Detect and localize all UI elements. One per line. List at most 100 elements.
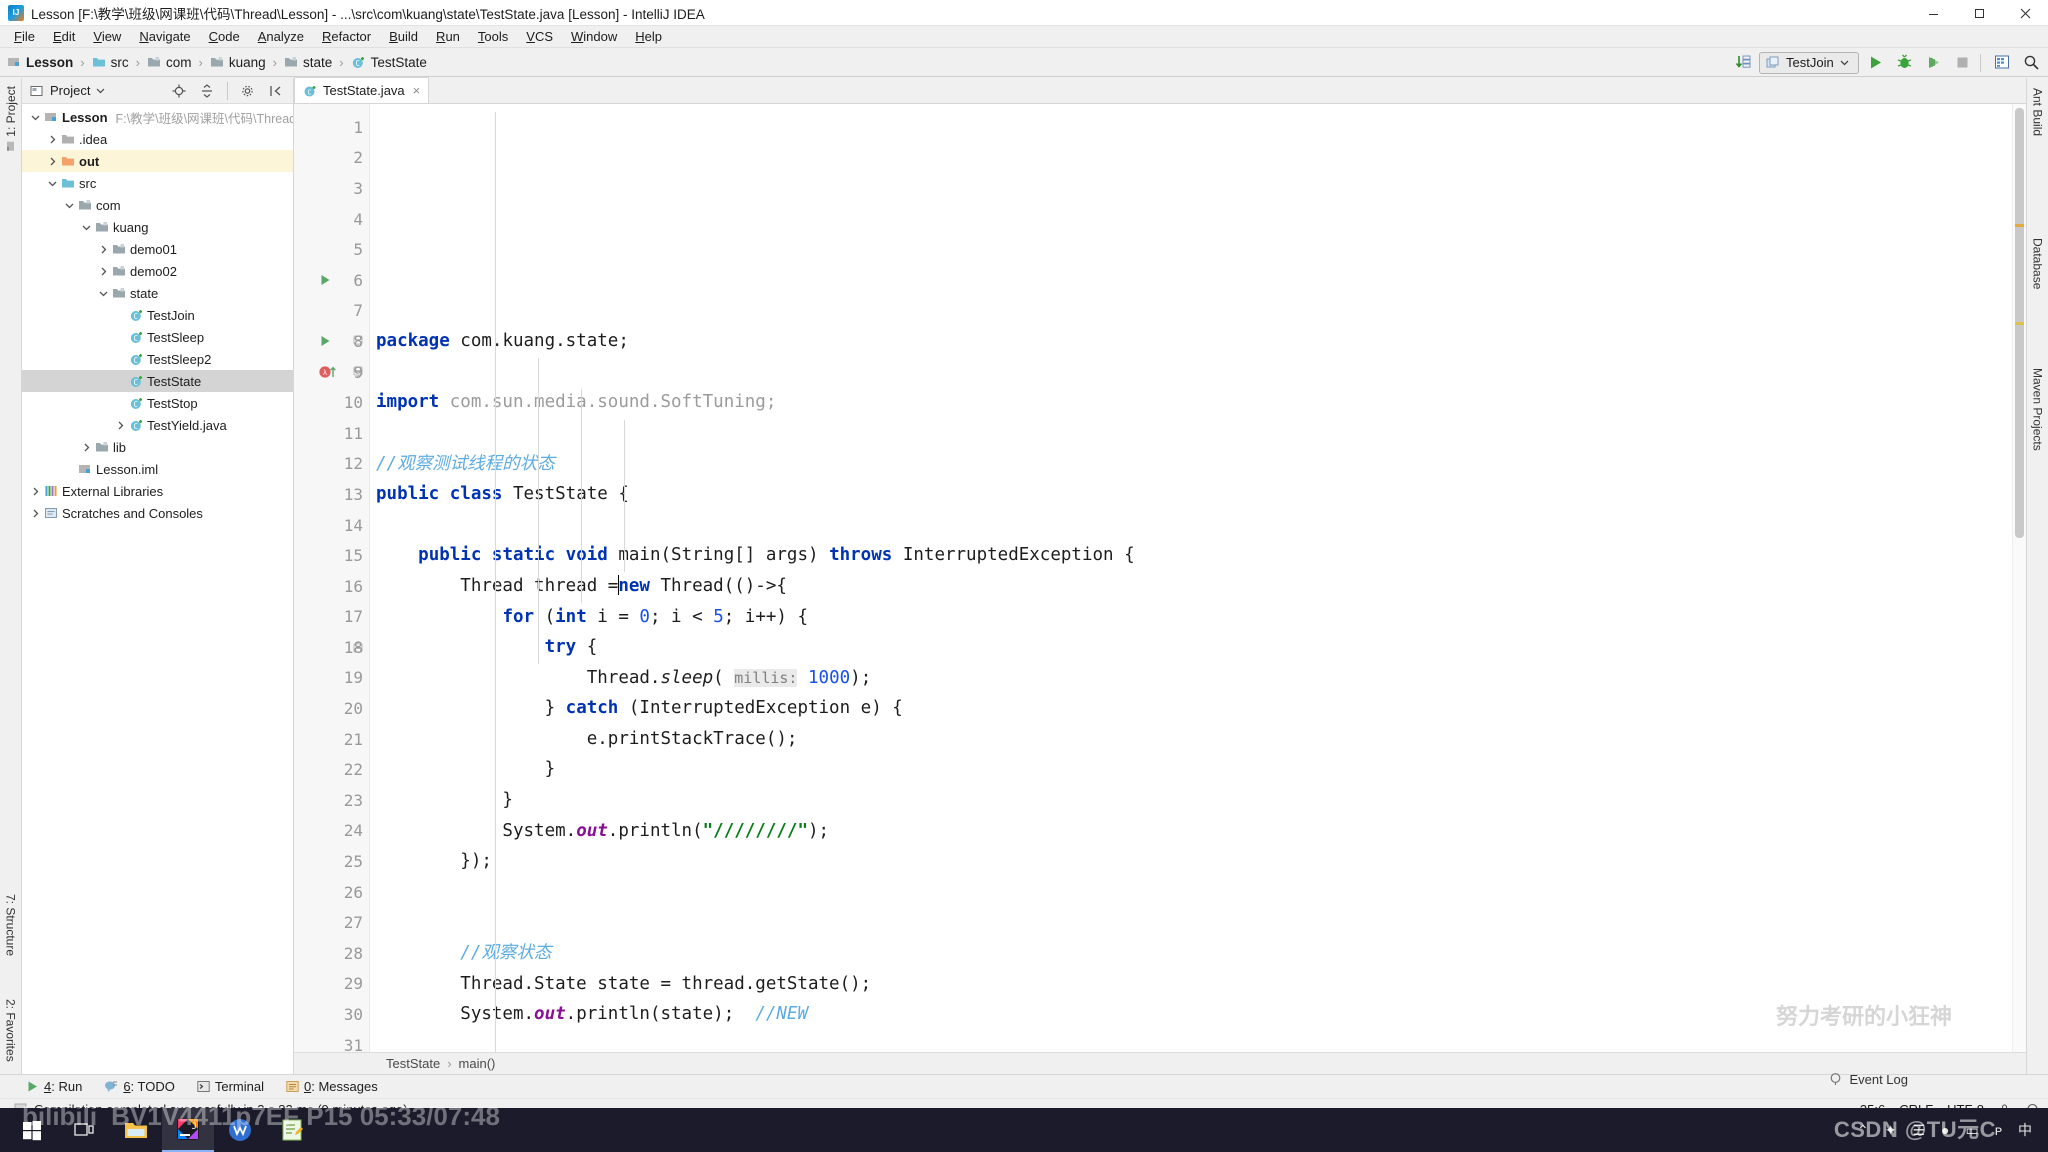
tree-node-out[interactable]: out xyxy=(22,150,293,172)
tree-node--idea[interactable]: .idea xyxy=(22,128,293,150)
tool-window-messages[interactable]: 0: Messages xyxy=(286,1079,378,1094)
gutter-markers[interactable] xyxy=(318,204,346,235)
sidebar-item-ant-build[interactable]: Ant Build xyxy=(2031,88,2045,136)
tree-node-lesson[interactable]: Lesson F:\教学\班级\网课班\代码\Thread\Lesson xyxy=(22,106,293,128)
chevron-right-icon[interactable] xyxy=(96,267,110,276)
warning-stripe[interactable] xyxy=(2015,322,2024,325)
gutter-markers[interactable] xyxy=(318,143,346,174)
tree-node-external-libraries[interactable]: External Libraries xyxy=(22,480,293,502)
show-hidden-icons[interactable]: ⌃ xyxy=(1857,1122,1869,1139)
menu-item-file[interactable]: File xyxy=(5,27,44,46)
battery-icon[interactable]: ▭ xyxy=(1965,1122,1978,1139)
gutter-markers[interactable] xyxy=(318,724,346,755)
tree-node-scratches-and-consoles[interactable]: Scratches and Consoles xyxy=(22,502,293,524)
code-line[interactable]: for (int i = 0; i < 5; i++) { xyxy=(376,602,2012,633)
gutter-line[interactable]: 17 xyxy=(294,602,369,633)
code-line[interactable] xyxy=(376,1030,2012,1052)
run-coverage-icon[interactable] xyxy=(1920,51,1946,75)
chevron-right-icon[interactable] xyxy=(113,421,127,430)
breadcrumb-method[interactable]: main() xyxy=(459,1056,496,1071)
close-button[interactable] xyxy=(2002,0,2048,26)
gutter-line[interactable]: 25 xyxy=(294,846,369,877)
menu-item-view[interactable]: View xyxy=(84,27,130,46)
gutter-markers[interactable] xyxy=(318,418,346,449)
gutter-markers[interactable] xyxy=(318,846,346,877)
gutter-markers[interactable] xyxy=(318,479,346,510)
chevron-right-icon[interactable] xyxy=(96,245,110,254)
gutter-line[interactable]: 6 xyxy=(294,265,369,296)
gutter-markers[interactable] xyxy=(318,877,346,908)
close-icon[interactable]: × xyxy=(413,83,421,98)
menu-item-vcs[interactable]: VCS xyxy=(517,27,562,46)
breadcrumb-item-src[interactable]: src xyxy=(92,55,129,70)
gutter-markers[interactable] xyxy=(318,449,346,480)
tree-node-lesson-iml[interactable]: Lesson.iml xyxy=(22,458,293,480)
breadcrumb-item-state[interactable]: state xyxy=(284,55,332,70)
gutter-line[interactable]: 5 xyxy=(294,234,369,265)
maximize-button[interactable] xyxy=(1956,0,2002,26)
editor-gutter[interactable]: 1 2 3 4 5 6 7 8 λ 9 10 11 12 13 14 15 16 17 18 19 20 21 22 23 24… xyxy=(294,104,370,1052)
gutter-line[interactable]: 15 xyxy=(294,540,369,571)
menu-item-analyze[interactable]: Analyze xyxy=(249,27,313,46)
code-line[interactable]: System.out.println("////////"); xyxy=(376,816,2012,847)
search-icon[interactable] xyxy=(2018,51,2044,75)
project-structure-icon[interactable] xyxy=(1989,51,2015,75)
tree-node-testsleep[interactable]: C TestSleep xyxy=(22,326,293,348)
breadcrumb-item-com[interactable]: com xyxy=(147,55,191,70)
gutter-markers[interactable] xyxy=(318,326,346,357)
gutter-markers[interactable] xyxy=(318,693,346,724)
code-line[interactable]: import com.sun.media.sound.SoftTuning; xyxy=(376,387,2012,418)
notepad-app[interactable] xyxy=(266,1108,318,1152)
gutter-markers[interactable] xyxy=(318,1030,346,1052)
gutter-markers[interactable] xyxy=(318,816,346,847)
gutter-line[interactable]: 3 xyxy=(294,173,369,204)
menu-item-refactor[interactable]: Refactor xyxy=(313,27,380,46)
warning-stripe[interactable] xyxy=(2015,224,2024,227)
gutter-line[interactable]: 24 xyxy=(294,816,369,847)
tree-node-demo01[interactable]: demo01 xyxy=(22,238,293,260)
chevron-right-icon[interactable] xyxy=(79,443,93,452)
hide-panel-icon[interactable] xyxy=(263,79,289,103)
gutter-line[interactable]: 26 xyxy=(294,877,369,908)
chevron-down-icon[interactable] xyxy=(96,289,110,298)
gutter-markers[interactable] xyxy=(318,907,346,938)
gutter-markers[interactable] xyxy=(318,999,346,1030)
menu-item-edit[interactable]: Edit xyxy=(44,27,84,46)
code-line[interactable]: e.printStackTrace(); xyxy=(376,724,2012,755)
run-icon[interactable] xyxy=(1862,51,1888,75)
wps-office-app[interactable] xyxy=(214,1108,266,1152)
security-shield-icon[interactable]: ✦ xyxy=(1885,1122,1897,1139)
tool-window-run[interactable]: 4: Run xyxy=(26,1079,82,1094)
chevron-right-icon[interactable] xyxy=(45,157,59,166)
code-line[interactable]: System.out.println(state); //NEW xyxy=(376,999,2012,1030)
gutter-markers[interactable] xyxy=(318,969,346,1000)
menu-item-run[interactable]: Run xyxy=(427,27,469,46)
code-line[interactable]: //观察状态 xyxy=(376,938,2012,969)
gutter-markers[interactable] xyxy=(318,510,346,541)
intellij-idea-app[interactable]: J xyxy=(162,1108,214,1152)
gutter-markers[interactable] xyxy=(318,540,346,571)
gutter-line[interactable]: 29 xyxy=(294,969,369,1000)
gutter-line[interactable]: 22 xyxy=(294,754,369,785)
menu-item-help[interactable]: Help xyxy=(626,27,671,46)
volume-icon[interactable]: ᴘ xyxy=(1995,1122,2002,1138)
code-line[interactable]: public static void main(String[] args) t… xyxy=(376,540,2012,571)
task-view-button[interactable] xyxy=(58,1108,110,1152)
event-log-button[interactable]: Event Log xyxy=(1828,1072,1908,1087)
chevron-down-icon[interactable] xyxy=(62,201,76,210)
tree-node-com[interactable]: com xyxy=(22,194,293,216)
code-line[interactable]: } xyxy=(376,754,2012,785)
sidebar-item-maven-projects[interactable]: Maven Projects xyxy=(2031,368,2045,451)
code-line[interactable]: try { xyxy=(376,632,2012,663)
code-line[interactable] xyxy=(376,907,2012,938)
gutter-line[interactable]: 20 xyxy=(294,693,369,724)
gutter-markers[interactable] xyxy=(318,234,346,265)
gutter-markers[interactable] xyxy=(318,387,346,418)
tree-node-testsleep2[interactable]: C TestSleep2 xyxy=(22,348,293,370)
tool-window-todo[interactable]: 6: TODO xyxy=(104,1079,175,1094)
gutter-markers[interactable] xyxy=(318,785,346,816)
tree-node-kuang[interactable]: kuang xyxy=(22,216,293,238)
gutter-line[interactable]: 13 xyxy=(294,479,369,510)
minimize-button[interactable] xyxy=(1910,0,1956,26)
gutter-line[interactable]: 1 xyxy=(294,112,369,143)
